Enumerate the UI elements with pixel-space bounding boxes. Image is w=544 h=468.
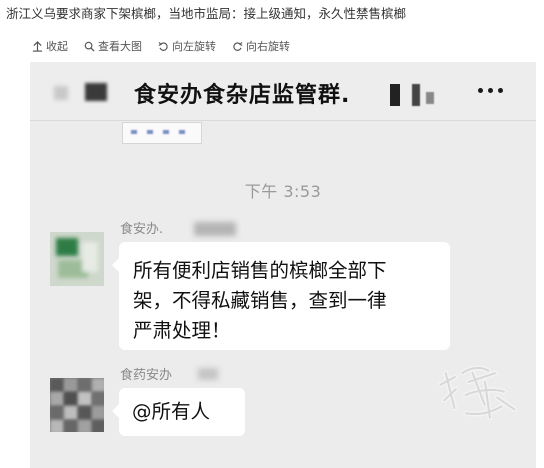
message-line: 严肃处理！ (133, 319, 231, 342)
message-bubble[interactable]: 所有便利店销售的槟榔全部下 架，不得私藏销售，查到一律 严肃处理！ (112, 242, 450, 350)
message-line: 架，不得私藏销售，查到一律 (133, 289, 387, 312)
search-icon (84, 41, 95, 52)
avatar[interactable] (50, 232, 104, 286)
header-avatar (85, 83, 107, 101)
collapse-icon (32, 40, 43, 52)
blurred-member-count (426, 92, 434, 104)
back-icon[interactable] (54, 86, 68, 100)
sender-name: 食药安办 (120, 368, 173, 383)
blurred-sender-suffix (198, 368, 218, 380)
message-line: 所有便利店销售的槟榔全部下 (133, 259, 387, 282)
article-headline: 浙江义乌要求商家下架槟榔，当地市监局：接上级通知，永久性禁售槟榔 (6, 6, 407, 21)
collapse-button[interactable]: 收起 (32, 38, 68, 54)
rotate-right-button[interactable]: 向右旋转 (232, 38, 290, 54)
rotate-left-icon (158, 41, 168, 51)
watermark-logo (437, 365, 518, 421)
rotate-right-icon (233, 41, 243, 51)
rotate-left-button[interactable]: 向左旋转 (158, 38, 216, 54)
message-line: @所有人 (132, 400, 211, 423)
collapse-label: 收起 (46, 40, 68, 53)
view-large-label: 查看大图 (98, 40, 142, 53)
more-icon[interactable] (478, 85, 508, 95)
blurred-member-count (412, 84, 420, 106)
image-toolbar: 收起 查看大图 向左旋转 向右旋转 (32, 36, 290, 56)
blurred-member-count (390, 84, 400, 106)
shared-card-thumbnail (122, 122, 202, 144)
blurred-sender-suffix (194, 222, 236, 236)
rotate-left-label: 向左旋转 (172, 40, 216, 53)
rotate-right-label: 向右旋转 (246, 40, 290, 53)
message-timestamp: 下午 3:53 (244, 182, 322, 201)
chat-title: 食安办食杂店监管群. (134, 83, 351, 108)
chat-header: 食安办食杂店监管群. (30, 62, 536, 121)
message-bubble[interactable]: @所有人 (112, 388, 245, 436)
avatar[interactable] (50, 378, 104, 432)
sender-name: 食安办. (120, 222, 164, 237)
chat-screenshot-image[interactable]: 食安办食杂店监管群. 下午 3:53 食安办. 所有便利店销售的槟榔全部下 架，… (30, 62, 536, 468)
view-large-button[interactable]: 查看大图 (84, 38, 142, 54)
